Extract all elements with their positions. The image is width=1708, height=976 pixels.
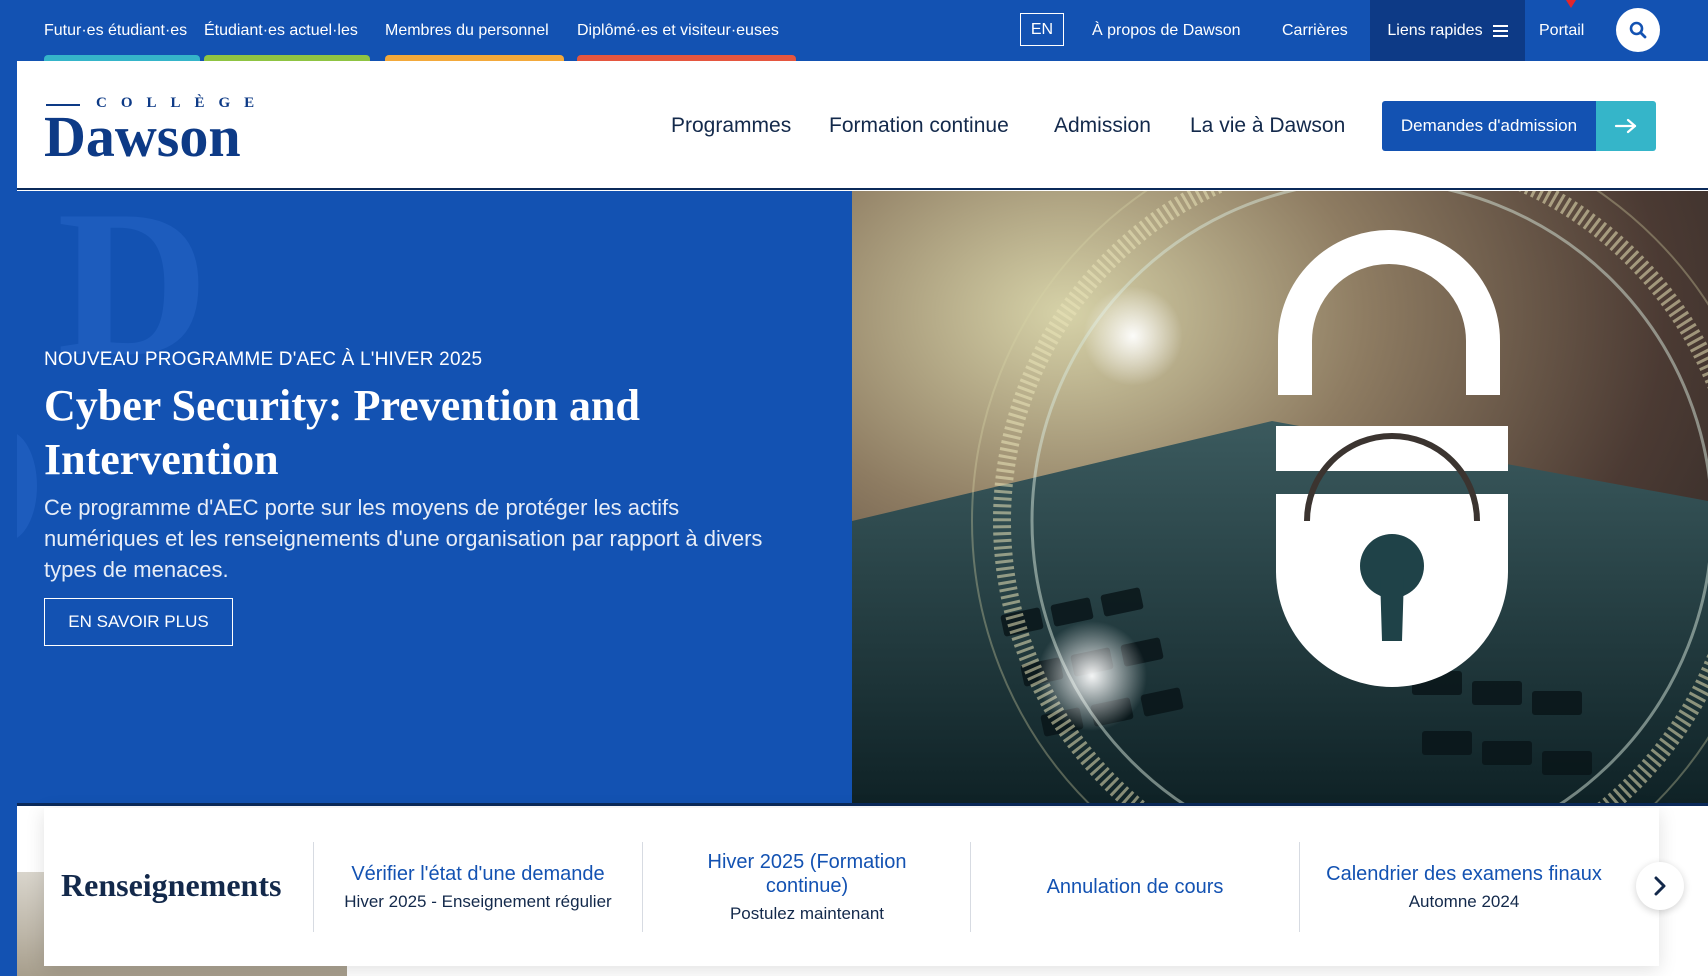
audience-nav: Futur·es étudiant·es Étudiant·es actuel·… <box>44 0 810 61</box>
main-header: COLLÈGE Dawson Programmes Formation cont… <box>17 61 1708 190</box>
hamburger-icon <box>1492 24 1508 37</box>
quick-links-label: Liens rapides <box>1387 21 1483 39</box>
info-card: Renseignements Vérifier l'état d'une dem… <box>44 808 1659 966</box>
audience-label: Membres du personnel <box>385 21 549 39</box>
logo-dawson-text: Dawson <box>44 104 241 169</box>
audience-staff[interactable]: Membres du personnel <box>385 0 564 61</box>
info-link: Vérifier l'état d'une demande <box>351 863 605 885</box>
audience-label: Futur·es étudiant·es <box>44 21 188 39</box>
careers-link[interactable]: Carrières <box>1282 0 1348 61</box>
apply-button[interactable]: Demandes d'admission <box>1382 101 1656 151</box>
info-sub: Automne 2024 <box>1408 892 1520 911</box>
hero-title: Cyber Security: Prevention and Intervent… <box>44 381 640 484</box>
arrow-right-icon <box>1596 101 1656 151</box>
info-sub: Hiver 2025 - Enseignement régulier <box>344 892 612 911</box>
info-link: Annulation de cours <box>1046 876 1224 898</box>
info-link: Hiver 2025 (Formation continue) <box>707 851 907 897</box>
nav-formation-continue[interactable]: Formation continue <box>829 114 1009 138</box>
audience-alumni-visitors[interactable]: Diplômé·es et visiteur·euses <box>577 0 797 61</box>
left-edge-stripe <box>0 0 17 976</box>
portal-link[interactable]: Portail <box>1539 0 1584 61</box>
hero-description: Ce programme d'AEC porte sur les moyens … <box>44 495 763 582</box>
info-item-course-cancellation[interactable]: Annulation de cours <box>971 808 1299 966</box>
hero-watermark-shape <box>17 431 37 541</box>
info-sub: Postulez maintenant <box>729 904 885 923</box>
apply-button-label: Demandes d'admission <box>1382 101 1596 151</box>
hero-banner: D NOUVEAU PROGRAMME D'AEC À L'HIVER 2025… <box>17 191 1708 803</box>
chevron-right-icon <box>1654 876 1666 896</box>
info-item-exam-calendar[interactable]: Calendrier des examens finaux Automne 20… <box>1300 808 1628 966</box>
utility-bar: Futur·es étudiant·es Étudiant·es actuel·… <box>0 0 1708 61</box>
audience-future-students[interactable]: Futur·es étudiant·es <box>44 0 200 61</box>
hero-image-padlock <box>852 191 1708 803</box>
hero-text-panel: D NOUVEAU PROGRAMME D'AEC À L'HIVER 2025… <box>17 191 852 803</box>
about-link[interactable]: À propos de Dawson <box>1092 0 1241 61</box>
info-link: Calendrier des examens finaux <box>1326 863 1602 885</box>
search-icon <box>1629 21 1647 39</box>
learn-more-button[interactable]: EN SAVOIR PLUS <box>44 598 233 646</box>
nav-programmes[interactable]: Programmes <box>671 114 791 138</box>
nav-admission[interactable]: Admission <box>1054 114 1151 138</box>
nav-vie-dawson[interactable]: La vie à Dawson <box>1190 114 1345 138</box>
audience-label: Diplômé·es et visiteur·euses <box>577 21 779 39</box>
language-toggle-button[interactable]: EN <box>1020 13 1064 46</box>
audience-label: Étudiant·es actuel·les <box>204 21 358 39</box>
info-item-check-status[interactable]: Vérifier l'état d'une demande Hiver 2025… <box>314 808 642 966</box>
quick-links-button[interactable]: Liens rapides <box>1370 0 1525 61</box>
dawson-logo[interactable]: COLLÈGE Dawson <box>44 95 274 169</box>
audience-current-students[interactable]: Étudiant·es actuel·les <box>204 0 372 61</box>
search-button[interactable] <box>1616 8 1660 52</box>
info-item-winter-continuing[interactable]: Hiver 2025 (Formation continue) Postulez… <box>643 808 971 966</box>
carousel-next-button[interactable] <box>1636 862 1684 910</box>
hero-eyebrow: NOUVEAU PROGRAMME D'AEC À L'HIVER 2025 <box>44 349 483 370</box>
info-title: Renseignements <box>61 867 282 903</box>
